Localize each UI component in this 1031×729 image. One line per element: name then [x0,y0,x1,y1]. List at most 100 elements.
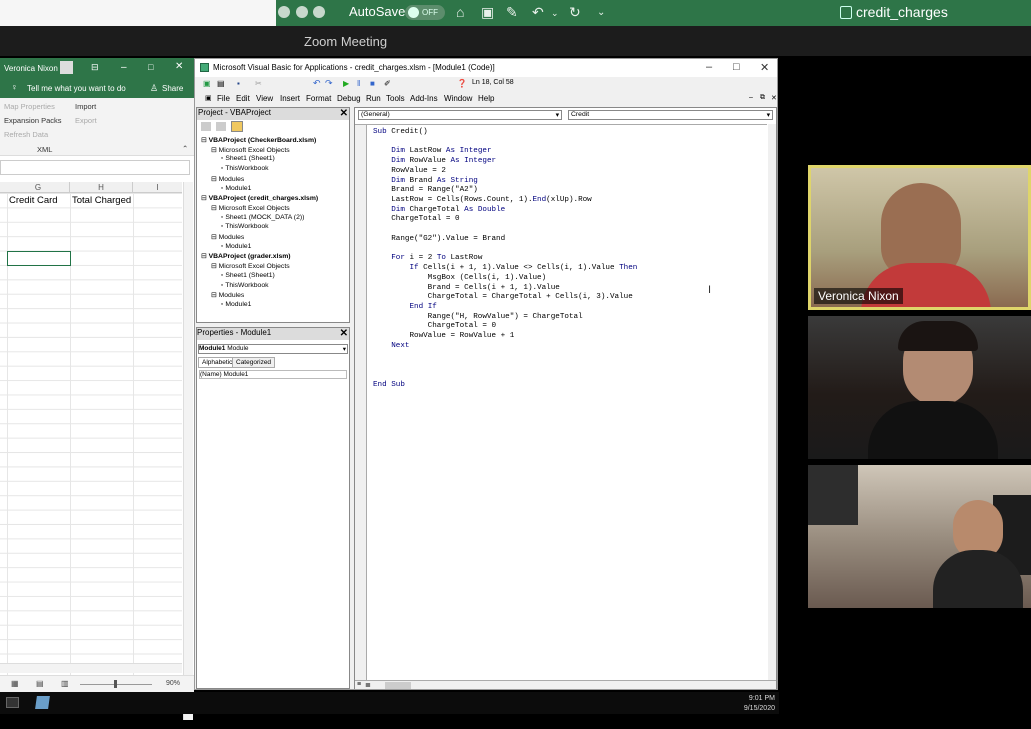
tree-item[interactable]: ▫ ThisWorkbook [221,223,269,230]
tree-item[interactable]: ▫ ThisWorkbook [221,165,269,172]
mdi-restore-icon[interactable]: ⧉ [760,94,765,102]
vertical-scrollbar[interactable] [183,182,193,720]
procedure-dropdown[interactable]: Credit ▾ [568,110,773,120]
import-button[interactable]: Import [75,102,96,111]
code-line[interactable]: End If [373,303,436,311]
maximize-window-button[interactable] [313,6,325,18]
chevron-down-icon[interactable]: ▾ [343,345,346,353]
participant-video-1[interactable]: Veronica Nixon [808,165,1031,310]
minimize-icon[interactable]: – [706,61,712,73]
tree-item[interactable]: ⊟ VBAProject (CheckerBoard.xlsm) [201,136,316,144]
close-icon[interactable]: ✕ [340,328,348,339]
tree-item[interactable]: ⊟ Microsoft Excel Objects [211,262,290,270]
break-icon[interactable]: ‖ [357,79,360,88]
selected-cell[interactable] [7,251,71,266]
menu-insert[interactable]: Insert [280,94,300,103]
expand-icon[interactable]: ⊟ [201,253,209,260]
menu-debug[interactable]: Debug [337,94,361,103]
column-header-g[interactable]: G [7,182,70,193]
tree-item[interactable]: ▫ Module1 [221,243,251,250]
tree-item[interactable]: ▫ ThisWorkbook [221,282,269,289]
menu-help[interactable]: Help [478,94,494,103]
menu-run[interactable]: Run [366,94,381,103]
expand-icon[interactable]: ⊟ [211,292,219,299]
property-value[interactable]: Module1 [223,371,248,378]
code-line[interactable]: Brand = Range("A2") [373,186,478,194]
code-line[interactable]: Range("H, RowValue") = ChargeTotal [373,313,583,321]
code-line[interactable]: For i = 2 To LastRow [373,254,482,262]
undo-icon[interactable]: ↶ [313,78,321,89]
margin-indicator-bar[interactable] [355,125,367,681]
code-line[interactable]: Range("G2").Value = Brand [373,235,505,243]
column-header-i[interactable]: I [133,182,182,193]
view-code-icon[interactable] [201,122,211,131]
tree-item[interactable]: ▫ Sheet1 (MOCK_DATA (2)) [221,214,304,221]
reset-icon[interactable]: ■ [370,79,375,88]
tree-item[interactable]: ▫ Sheet1 (Sheet1) [221,155,275,162]
code-line[interactable]: LastRow = Cells(Rows.Count, 1).End(xlUp)… [373,196,592,204]
cell-h1[interactable]: Total Charged [72,195,131,206]
export-button[interactable]: Export [75,116,97,125]
code-line[interactable]: MsgBox (Cells(i, 1).Value) [373,274,547,282]
task-view-icon[interactable] [6,697,19,708]
more-icon[interactable]: ⌄ [597,7,605,18]
code-editor[interactable]: Sub Credit() Dim LastRow As Integer Dim … [355,124,767,681]
refresh-data-button[interactable]: Refresh Data [4,130,48,139]
restore-icon[interactable]: □ [148,62,153,72]
expand-icon[interactable]: ⊟ [211,205,219,212]
map-properties-button[interactable]: Map Properties [4,102,55,111]
tab-alphabetic[interactable]: Alphabetic [198,357,237,368]
save-icon[interactable]: ▣ [481,4,494,21]
home-icon[interactable]: ⌂ [456,4,464,20]
code-horizontal-scrollbar[interactable]: ≡ ≣ [355,680,776,689]
menu-file[interactable]: File [217,94,230,103]
collapse-ribbon-icon[interactable]: ⌃ [182,144,188,153]
run-icon[interactable]: ▶ [343,79,349,88]
expand-icon[interactable]: ⊟ [211,263,219,270]
tree-item[interactable]: ⊟ Microsoft Excel Objects [211,204,290,212]
tell-me-search[interactable]: Tell me what you want to do [27,84,126,93]
menu-format[interactable]: Format [306,94,331,103]
mdi-minimize-icon[interactable]: – [749,94,753,101]
vba-taskbar-icon[interactable] [35,696,50,709]
menu-window[interactable]: Window [444,94,472,103]
code-line[interactable]: ChargeTotal = 0 [373,215,459,223]
save-icon[interactable]: ▪ [237,79,240,88]
tab-categorized[interactable]: Categorized [232,357,276,368]
formula-bar[interactable] [0,160,190,175]
redo-icon[interactable]: ↷ [325,78,333,89]
view-object-icon[interactable] [216,122,226,131]
expand-icon[interactable]: ⊟ [211,147,219,154]
code-line[interactable]: If Cells(i + 1, 1).Value <> Cells(i, 1).… [373,264,637,272]
menu-edit[interactable]: Edit [236,94,250,103]
code-vertical-scrollbar[interactable] [768,124,776,680]
tree-item[interactable]: ⊟ Modules [211,175,244,183]
close-icon[interactable]: ✕ [340,108,348,119]
view-excel-icon[interactable]: ▣ [203,79,211,88]
close-window-button[interactable] [278,6,290,18]
ribbon-display-icon[interactable]: ⊟ [91,62,99,73]
undo-icon[interactable]: ↶ [532,4,544,21]
tree-item[interactable]: ⊟ Modules [211,233,244,241]
property-row[interactable]: (Name) Module1 [199,370,347,379]
participant-video-3[interactable] [808,465,1031,608]
tree-item[interactable]: ▫ Module1 [221,185,251,192]
expand-icon[interactable]: ⊟ [211,234,219,241]
code-line[interactable]: ChargeTotal = ChargeTotal + Cells(i, 3).… [373,293,633,301]
page-layout-icon[interactable]: ▤ [36,679,44,688]
code-line[interactable]: Brand = Cells(i + 1, 1).Value [373,284,560,292]
minimize-window-button[interactable] [296,6,308,18]
maximize-icon[interactable]: □ [733,61,740,73]
tree-item[interactable]: ⊟ VBAProject (grader.xlsm) [201,252,291,260]
object-selector[interactable]: Module1 Module ▾ [198,344,348,354]
help-icon[interactable]: ❓ [457,79,467,88]
tree-item[interactable]: ⊟ Modules [211,291,244,299]
insert-module-icon[interactable]: ▤ [217,79,225,88]
expand-icon[interactable]: ⊟ [211,176,219,183]
chevron-down-icon[interactable]: ⌄ [551,8,559,19]
cut-icon[interactable]: ✂ [255,79,262,88]
cell-g1[interactable]: Credit Card [9,195,58,206]
code-line[interactable]: Dim Brand As String [373,177,478,185]
expand-icon[interactable]: ⊟ [201,195,209,202]
tree-item[interactable]: ⊟ VBAProject (credit_charges.xlsm) [201,194,318,202]
